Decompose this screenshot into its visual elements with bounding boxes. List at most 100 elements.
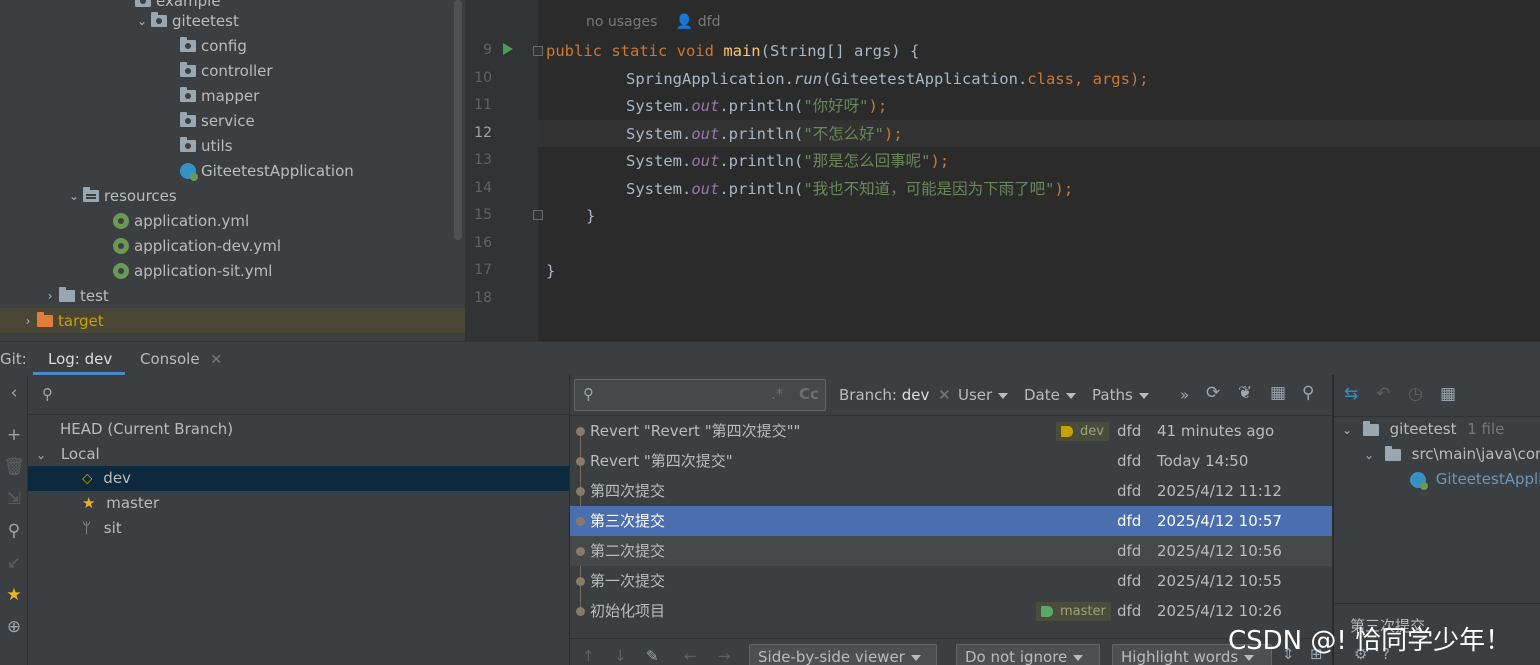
code-line-15[interactable]: } [586, 203, 595, 229]
code-line-13[interactable]: System.out.println("那是怎么回事呢"); [626, 148, 949, 174]
tree-item-config[interactable]: config [0, 33, 465, 58]
tree-item-target[interactable]: › target [0, 308, 465, 333]
line-number: 18 [474, 290, 492, 306]
group-by-icon[interactable]: ▦ [1440, 384, 1456, 404]
changes-path[interactable]: ⌄ src\main\java\com [1364, 442, 1540, 467]
regex-icon[interactable]: .* [771, 385, 783, 403]
search-icon[interactable]: ⚲ [0, 521, 28, 541]
revert-icon[interactable]: ↶ [1376, 384, 1390, 404]
branch-item-master[interactable]: ★ master [28, 491, 569, 516]
branch-tag: master [1036, 602, 1111, 621]
commit-row[interactable]: 初始化项目 master dfd 2025/4/12 10:26 [570, 596, 1332, 626]
match-case-toggle[interactable]: Cc [799, 385, 819, 403]
chevron-right-icon[interactable]: › [42, 288, 58, 304]
commit-search-input[interactable]: ⚲ .* Cc [574, 379, 826, 411]
branch-group-local[interactable]: ⌄ Local [28, 442, 569, 467]
commit-row[interactable]: 第一次提交 dfd 2025/4/12 10:55 [570, 566, 1332, 596]
line-number: 13 [474, 152, 492, 168]
watermark: CSDN @! 恰同学少年！ [1228, 626, 1512, 656]
code-line-10[interactable]: SpringApplication.run(GiteetestApplicati… [626, 66, 1149, 92]
excluded-folder-icon [36, 311, 54, 329]
code-editor[interactable]: 9 10 11 12 13 14 15 16 17 18 no usages 👤… [465, 0, 1540, 341]
ignore-dropdown[interactable]: Do not ignore [956, 644, 1100, 665]
code-line-14[interactable]: System.out.println("我也不知道，可能是因为下雨了吧"); [626, 176, 1073, 202]
code-vision-hint[interactable]: no usages 👤 dfd [586, 14, 720, 30]
arrow-up-icon[interactable]: ↑ [582, 647, 595, 665]
commit-row[interactable]: 第二次提交 dfd 2025/4/12 10:56 [570, 536, 1332, 566]
close-icon[interactable]: ✕ [938, 386, 951, 404]
branch-filter[interactable]: Branch: dev ✕ [839, 386, 951, 404]
commit-row[interactable]: 第四次提交 dfd 2025/4/12 11:12 [570, 476, 1332, 506]
tab-log-dev[interactable]: Log: dev [48, 342, 112, 376]
branches-panel: ⚲ HEAD (Current Branch) ⌄ Local ⬦ dev ★ … [28, 375, 570, 665]
line-number: 15 [474, 207, 492, 223]
more-icon[interactable]: » [1180, 386, 1189, 404]
cherry-pick-icon[interactable]: ❦ [1238, 383, 1252, 403]
branch-search-bar[interactable]: ⚲ [28, 375, 570, 415]
arrow-down-icon[interactable]: ↓ [614, 647, 627, 665]
commit-row[interactable]: Revert "第四次提交" dfd Today 14:50 [570, 446, 1332, 476]
code-line-12[interactable]: System.out.println("不怎么好"); [626, 121, 903, 147]
branch-item-dev[interactable]: ⬦ dev [28, 466, 569, 491]
tree-scrollbar[interactable] [454, 0, 462, 240]
user-filter[interactable]: User [958, 386, 1009, 404]
line-number: 10 [474, 70, 492, 86]
date-filter[interactable]: Date [1024, 386, 1076, 404]
target-icon[interactable]: ⊕ [0, 617, 28, 637]
branch-icon: ᛘ [82, 519, 92, 537]
tag-icon: ⬦ [82, 469, 93, 487]
tree-item-mapper[interactable]: mapper [0, 83, 465, 108]
tree-item-giteetest-application[interactable]: GiteetestApplication [0, 158, 465, 183]
star-icon[interactable]: ★ [0, 585, 28, 605]
tree-item-resources[interactable]: ⌄ resources [0, 183, 465, 208]
add-icon[interactable]: + [0, 425, 28, 445]
edit-icon[interactable]: ✎ [646, 647, 659, 665]
tree-item-test[interactable]: › test [0, 283, 465, 308]
tree-item-giteetest[interactable]: ⌄ giteetest [0, 8, 465, 33]
update-icon[interactable]: ↙ [0, 553, 28, 573]
code-line-17[interactable]: } [546, 258, 555, 284]
commit-row[interactable]: Revert "Revert "第四次提交"" dev dfd 41 minut… [570, 416, 1332, 446]
tree-item-service[interactable]: service [0, 108, 465, 133]
view-options-icon[interactable]: ▦ [1270, 383, 1286, 403]
fold-marker-icon[interactable] [533, 210, 543, 220]
changes-root[interactable]: ⌄ giteetest 1 file [1342, 417, 1504, 442]
paths-filter[interactable]: Paths [1092, 386, 1149, 404]
close-icon[interactable]: ✕ [210, 352, 222, 368]
arrow-right-icon[interactable]: → [718, 647, 731, 665]
branch-item-sit[interactable]: ᛘ sit [28, 516, 569, 541]
chevron-left-icon[interactable]: ‹ [0, 383, 28, 403]
chevron-down-icon[interactable]: ⌄ [134, 13, 150, 29]
search-icon[interactable]: ⚲ [1302, 383, 1314, 403]
resources-folder-icon [82, 186, 100, 204]
tree-item-utils[interactable]: utils [0, 133, 465, 158]
merge-icon[interactable]: ⇲ [0, 489, 28, 509]
tab-console[interactable]: Console ✕ [140, 342, 222, 376]
chevron-right-icon[interactable]: › [20, 313, 36, 329]
line-number: 11 [474, 97, 492, 113]
tree-item-application-dev-yml[interactable]: application-dev.yml [0, 233, 465, 258]
fold-marker-icon[interactable] [533, 46, 543, 56]
chevron-down-icon[interactable]: ⌄ [66, 188, 82, 204]
arrow-left-icon[interactable]: ← [684, 647, 697, 665]
branch-head[interactable]: HEAD (Current Branch) [28, 417, 569, 442]
project-tree: example ⌄ giteetest config controller ma… [0, 0, 465, 341]
commit-row-selected[interactable]: 第三次提交 dfd 2025/4/12 10:57 [570, 506, 1332, 536]
code-line-9[interactable]: public static void main(String[] args) { [546, 38, 919, 64]
viewer-dropdown[interactable]: Side-by-side viewer [749, 644, 937, 665]
git-left-toolbar: ‹ + 🗑 ⇲ ⚲ ↙ ★ ⊕ [0, 375, 28, 665]
code-line-11[interactable]: System.out.println("你好呀"); [626, 93, 887, 119]
tree-item-controller[interactable]: controller [0, 58, 465, 83]
delete-icon[interactable]: 🗑 [0, 457, 28, 477]
commit-node [576, 547, 585, 556]
spring-config-icon [112, 262, 130, 279]
package-folder-icon [179, 61, 197, 79]
changed-file[interactable]: GiteetestApplic [1410, 467, 1540, 492]
history-icon[interactable]: ◷ [1408, 384, 1423, 404]
tree-item-application-yml[interactable]: application.yml [0, 208, 465, 233]
tree-item-application-sit-yml[interactable]: application-sit.yml [0, 258, 465, 283]
run-gutter-icon[interactable] [503, 43, 513, 55]
compare-icon[interactable]: ⇆ [1344, 384, 1358, 404]
refresh-icon[interactable]: ⟳ [1206, 383, 1220, 403]
line-number: 16 [474, 235, 492, 251]
